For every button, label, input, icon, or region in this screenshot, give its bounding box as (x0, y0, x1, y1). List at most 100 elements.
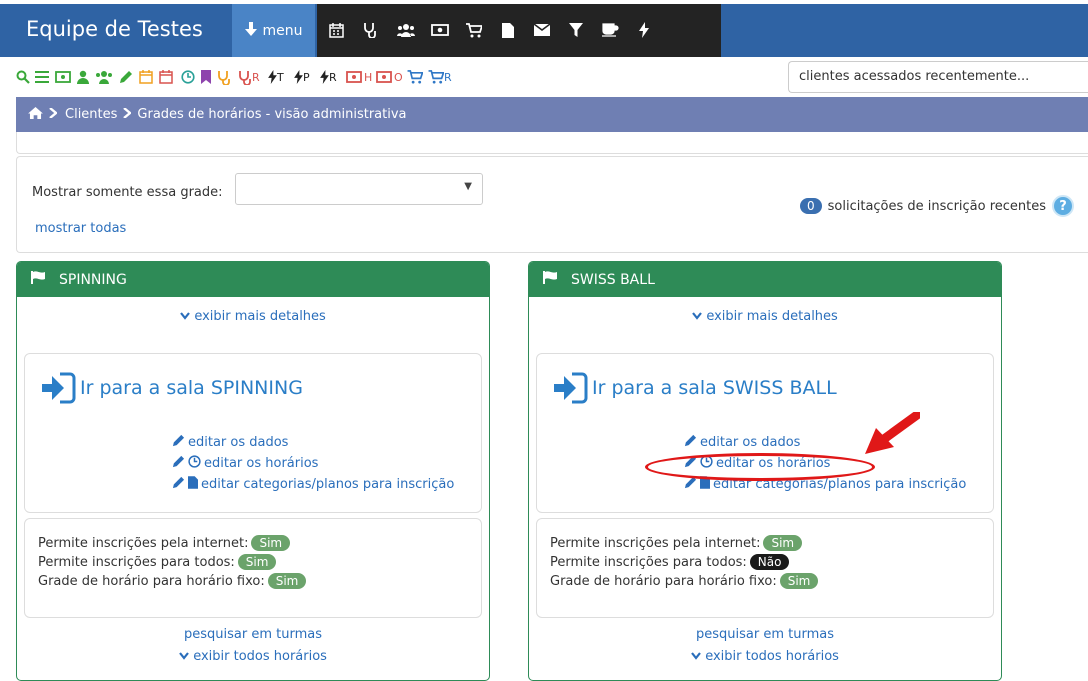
go-to-room-link[interactable]: Ir para a sala SWISS BALL (554, 372, 837, 404)
status-badge: Sim (237, 554, 277, 570)
pencil-icon (684, 434, 697, 451)
bolt-t-icon[interactable]: T (268, 67, 284, 87)
edit-data-link[interactable]: editar os dados (684, 434, 966, 451)
recent-clients-input[interactable]: clientes acessados recentemente... (788, 61, 1088, 93)
calendar-icon[interactable] (159, 67, 173, 87)
go-to-room-label: Ir para a sala SPINNING (80, 377, 303, 399)
menu-label: menu (262, 22, 303, 39)
setting-label: Permite inscrições para todos: (550, 554, 747, 570)
help-icon[interactable]: ? (1052, 195, 1075, 217)
chevron-down-icon (691, 649, 701, 664)
calendar-icon[interactable] (326, 20, 346, 40)
cart-icon[interactable] (464, 20, 484, 40)
money-o-icon[interactable]: O (376, 67, 403, 87)
filter-panel: Mostrar somente essa grade: ▼ mostrar to… (16, 156, 1088, 253)
toolbar-letter: O (394, 70, 403, 84)
bookmark-icon[interactable] (201, 67, 211, 87)
chevron-right-icon (123, 107, 133, 122)
card-title: SWISS BALL (571, 271, 655, 288)
users-icon[interactable] (95, 67, 113, 87)
pencil-icon[interactable] (119, 67, 133, 87)
toolbar-letter: T (277, 70, 284, 84)
chevron-right-icon (49, 107, 58, 122)
stethoscope-r-icon[interactable]: R (238, 67, 260, 87)
chevron-down-icon (692, 309, 706, 324)
stethoscope-icon[interactable] (217, 67, 231, 87)
file-icon (188, 476, 198, 493)
status-badge: Sim (251, 535, 291, 551)
toolbar-letter: H (364, 70, 373, 84)
bolt-icon[interactable] (634, 20, 654, 40)
chevron-down-icon (179, 649, 189, 664)
show-all-link[interactable]: mostrar todas (35, 221, 126, 236)
show-details-link[interactable]: exibir mais detalhes (529, 309, 1001, 324)
card-title: SPINNING (59, 271, 127, 288)
caret-down-icon: ▼ (464, 181, 472, 192)
chevron-down-icon (180, 309, 194, 324)
sign-in-icon (554, 372, 588, 404)
money-icon[interactable] (430, 20, 450, 40)
show-all-hours-label: exibir todos horários (705, 649, 839, 664)
filter-icon[interactable] (566, 20, 586, 40)
go-to-room-label: Ir para a sala SWISS BALL (592, 377, 837, 399)
bolt-p-icon[interactable]: P (294, 67, 310, 87)
edit-data-label: editar os dados (700, 435, 801, 450)
brand-title[interactable]: Equipe de Testes (26, 17, 203, 41)
enrollment-requests: 0 solicitações de inscrição recentes ? (800, 195, 1075, 217)
room-panel: Ir para a sala SPINNING editar os dados … (24, 353, 482, 513)
edit-data-label: editar os dados (188, 435, 289, 450)
money-icon[interactable] (55, 67, 71, 87)
setting-all: Permite inscrições para todos: Sim (38, 554, 468, 570)
go-to-room-link[interactable]: Ir para a sala SPINNING (42, 372, 303, 404)
toolbar-letter: R (444, 70, 452, 84)
settings-panel: Permite inscrições pela internet: Sim Pe… (24, 518, 482, 618)
pencil-icon (172, 434, 185, 451)
money-h-icon[interactable]: H (346, 67, 372, 87)
breadcrumb-item-clients[interactable]: Clientes (65, 107, 117, 122)
show-all-hours-link[interactable]: exibir todos horários (529, 649, 1001, 664)
edit-data-link[interactable]: editar os dados (172, 434, 454, 451)
search-icon[interactable] (16, 67, 30, 87)
clock-icon (188, 455, 201, 472)
users-icon[interactable] (396, 20, 416, 40)
home-icon[interactable] (28, 106, 43, 123)
room-panel: Ir para a sala SWISS BALL editar os dado… (536, 353, 994, 513)
show-details-link[interactable]: exibir mais detalhes (17, 309, 489, 324)
list-icon[interactable] (35, 67, 49, 87)
status-badge: Sim (267, 573, 307, 589)
quick-toolbar: R T P R H O R clientes acessados recente… (0, 57, 1088, 97)
envelope-icon[interactable] (532, 20, 552, 40)
search-classes-link[interactable]: pesquisar em turmas (529, 627, 1001, 642)
setting-fixed: Grade de horário para horário fixo: Sim (38, 573, 468, 589)
cart-r-icon[interactable]: R (428, 67, 452, 87)
arrow-down-icon (244, 21, 257, 40)
edit-categories-link[interactable]: editar categorias/planos para inscrição (172, 476, 454, 493)
stethoscope-icon[interactable] (360, 20, 380, 40)
clock-icon[interactable] (181, 67, 195, 87)
calendar-icon[interactable] (139, 67, 153, 87)
grade-select[interactable]: ▼ (235, 173, 483, 205)
edit-categories-label: editar categorias/planos para inscrição (201, 477, 455, 492)
menu-button[interactable]: menu (232, 4, 315, 57)
file-icon[interactable] (498, 20, 518, 40)
coffee-icon[interactable] (600, 20, 620, 40)
search-classes-link[interactable]: pesquisar em turmas (17, 627, 489, 642)
pencil-icon (172, 455, 185, 472)
annotation-arrow-icon (865, 412, 920, 454)
requests-text: solicitações de inscrição recentes (827, 198, 1047, 214)
details-label: exibir mais detalhes (706, 309, 838, 324)
status-badge: Sim (779, 573, 819, 589)
settings-panel: Permite inscrições pela internet: Sim Pe… (536, 518, 994, 618)
sign-in-icon (42, 372, 76, 404)
card-header: SPINNING (17, 262, 489, 297)
flag-icon (543, 271, 561, 288)
edit-hours-link[interactable]: editar os horários (172, 455, 454, 472)
details-label: exibir mais detalhes (194, 309, 326, 324)
bolt-r-icon[interactable]: R (320, 67, 337, 87)
user-icon[interactable] (77, 67, 89, 87)
schedule-card-spinning: SPINNING exibir mais detalhes Ir para a … (16, 261, 490, 681)
requests-count-badge[interactable]: 0 (800, 198, 822, 214)
show-all-hours-link[interactable]: exibir todos horários (17, 649, 489, 664)
highlight-ellipse (645, 453, 875, 481)
cart-icon[interactable] (407, 67, 423, 87)
